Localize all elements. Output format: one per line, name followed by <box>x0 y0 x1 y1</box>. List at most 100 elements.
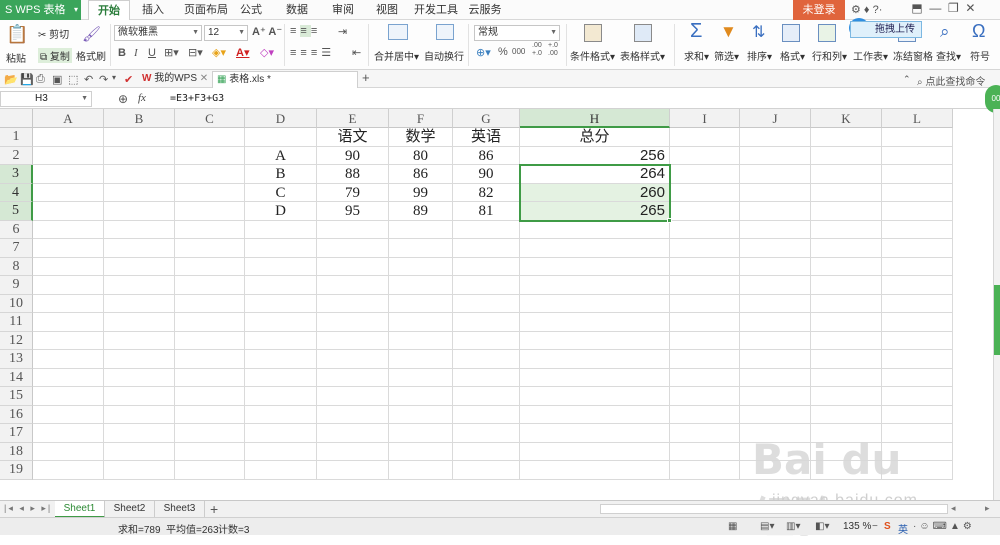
cell-j7[interactable] <box>740 239 811 258</box>
cell-b5[interactable] <box>104 202 175 221</box>
row-header-6[interactable]: 6 <box>0 220 33 239</box>
cell-b7[interactable] <box>104 239 175 258</box>
cell-j9[interactable] <box>740 276 811 295</box>
cell-h5[interactable]: 265 <box>520 202 670 221</box>
cell-f5[interactable]: 89 <box>389 202 453 221</box>
cell-g9[interactable] <box>453 276 520 295</box>
cell-k6[interactable] <box>811 220 882 239</box>
column-header-g[interactable]: G <box>453 109 520 128</box>
cell-b16[interactable] <box>104 405 175 424</box>
cell-g13[interactable] <box>453 350 520 369</box>
cell-b8[interactable] <box>104 257 175 276</box>
fill-color-icon[interactable]: ◈▾ <box>212 46 226 59</box>
row-header-13[interactable]: 13 <box>0 350 33 369</box>
comma-button[interactable]: 000 <box>512 47 525 56</box>
cell-d15[interactable] <box>245 387 317 406</box>
row-header-19[interactable]: 19 <box>0 461 33 480</box>
cell-f13[interactable] <box>389 350 453 369</box>
cell-d10[interactable] <box>245 294 317 313</box>
cell-f15[interactable] <box>389 387 453 406</box>
scroll-right-icon[interactable]: ▸ <box>985 503 990 514</box>
column-header-b[interactable]: B <box>104 109 175 128</box>
cell-l15[interactable] <box>882 387 953 406</box>
cell-e13[interactable] <box>317 350 389 369</box>
border-icon[interactable]: ⊞▾ <box>164 46 179 59</box>
cell-h10[interactable] <box>520 294 670 313</box>
cell-f14[interactable] <box>389 368 453 387</box>
window-controls[interactable]: ⬒ — ❐ ✕ <box>908 1 1000 19</box>
tab-my-wps[interactable]: W 我的WPS ✕ <box>138 71 210 88</box>
sogou-icon[interactable]: S <box>884 521 891 532</box>
sheet-tab-sheet1[interactable]: Sheet1 <box>55 501 105 518</box>
row-header-16[interactable]: 16 <box>0 405 33 424</box>
cell-i1[interactable] <box>670 128 740 147</box>
cell-c11[interactable] <box>175 313 245 332</box>
cell-e11[interactable] <box>317 313 389 332</box>
cell-f16[interactable] <box>389 405 453 424</box>
row-header-1[interactable]: 1 <box>0 128 33 147</box>
cell-e17[interactable] <box>317 424 389 443</box>
clear-format-icon[interactable]: ◇▾ <box>260 46 274 59</box>
normal-view-icon[interactable]: ▦ <box>728 521 737 532</box>
column-header-l[interactable]: L <box>882 109 953 128</box>
column-header-j[interactable]: J <box>740 109 811 128</box>
cell-l6[interactable] <box>882 220 953 239</box>
row-header-2[interactable]: 2 <box>0 146 33 165</box>
cell-d3[interactable]: B <box>245 165 317 184</box>
tab-4[interactable]: 数据 <box>280 0 314 20</box>
tab-5[interactable]: 审阅 <box>328 0 358 20</box>
scroll-left-icon[interactable]: ◂ <box>951 503 956 514</box>
cell-e4[interactable]: 79 <box>317 183 389 202</box>
cell-e2[interactable]: 90 <box>317 146 389 165</box>
cell-k16[interactable] <box>811 405 882 424</box>
cell-d4[interactable]: C <box>245 183 317 202</box>
cell-d5[interactable]: D <box>245 202 317 221</box>
cell-i7[interactable] <box>670 239 740 258</box>
cell-f11[interactable] <box>389 313 453 332</box>
cell-c3[interactable] <box>175 165 245 184</box>
symbol-button[interactable]: 符号 <box>970 48 990 63</box>
cell-d1[interactable] <box>245 128 317 147</box>
cut-button[interactable]: ✂ 剪切 <box>38 26 69 41</box>
cell-c19[interactable] <box>175 461 245 480</box>
app-menu-button[interactable]: S WPS 表格 ▾ <box>0 0 81 20</box>
cell-h8[interactable] <box>520 257 670 276</box>
cell-l9[interactable] <box>882 276 953 295</box>
row-header-18[interactable]: 18 <box>0 442 33 461</box>
cell-c8[interactable] <box>175 257 245 276</box>
cell-k1[interactable] <box>811 128 882 147</box>
formula-input[interactable]: =E3+F3+G3 <box>170 93 224 104</box>
cell-g12[interactable] <box>453 331 520 350</box>
row-header-10[interactable]: 10 <box>0 294 33 313</box>
save-icon[interactable]: 💾 <box>20 73 34 86</box>
tab-7[interactable]: 开发工具 <box>414 0 458 20</box>
cell-a6[interactable] <box>33 220 104 239</box>
tab-2[interactable]: 页面布局 <box>180 0 232 20</box>
zoom-level[interactable]: 135 % <box>843 521 871 532</box>
cell-l2[interactable] <box>882 146 953 165</box>
cell-g7[interactable] <box>453 239 520 258</box>
cell-i11[interactable] <box>670 313 740 332</box>
cell-f1[interactable]: 数学 <box>389 128 453 147</box>
cell-c12[interactable] <box>175 331 245 350</box>
cell-f6[interactable] <box>389 220 453 239</box>
sheet-tab-sheet2[interactable]: Sheet2 <box>105 501 155 518</box>
new-tab-icon[interactable]: + <box>362 70 370 85</box>
italic-icon[interactable]: I <box>134 47 138 59</box>
cell-g1[interactable]: 英语 <box>453 128 520 147</box>
cell-i5[interactable] <box>670 202 740 221</box>
cell-k3[interactable] <box>811 165 882 184</box>
cell-l3[interactable] <box>882 165 953 184</box>
cell-c4[interactable] <box>175 183 245 202</box>
cell-g11[interactable] <box>453 313 520 332</box>
cell-h11[interactable] <box>520 313 670 332</box>
cell-j10[interactable] <box>740 294 811 313</box>
cell-b13[interactable] <box>104 350 175 369</box>
cell-a9[interactable] <box>33 276 104 295</box>
cell-j2[interactable] <box>740 146 811 165</box>
cell-i18[interactable] <box>670 442 740 461</box>
cell-i16[interactable] <box>670 405 740 424</box>
help-icons[interactable]: ⚙ ♦ ?· <box>851 3 882 16</box>
cell-a7[interactable] <box>33 239 104 258</box>
cell-i15[interactable] <box>670 387 740 406</box>
